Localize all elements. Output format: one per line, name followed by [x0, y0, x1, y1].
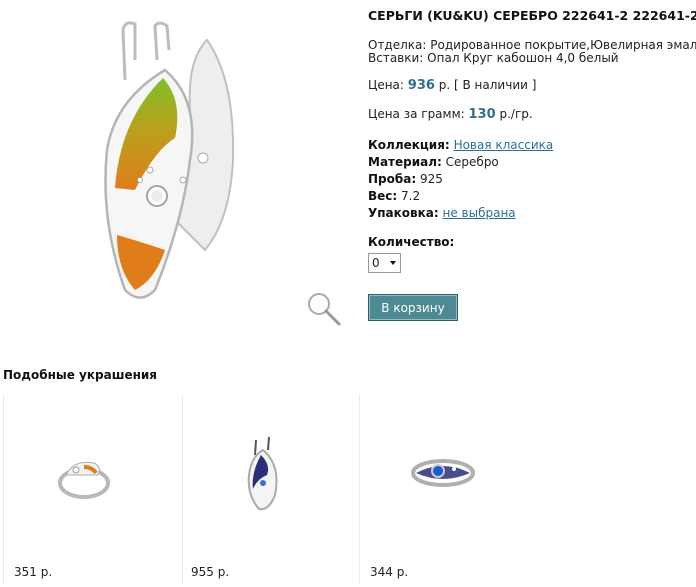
quantity-select[interactable]: 0 [368, 253, 401, 273]
price-per-gram-unit: р./гр. [499, 107, 533, 121]
zoom-icon[interactable] [305, 290, 343, 328]
probe-label: Проба: [368, 172, 417, 186]
similar-item-price: 955 р. [191, 565, 230, 579]
chevron-down-icon [390, 261, 396, 265]
packaging-label: Упаковка: [368, 206, 439, 220]
packaging-row: Упаковка: не выбрана [368, 206, 516, 220]
packaging-link[interactable]: не выбрана [443, 206, 516, 220]
quantity-value: 0 [372, 256, 380, 270]
price-value: 936 [407, 78, 435, 93]
material-label: Материал: [368, 155, 442, 169]
price-label: Цена: [368, 78, 404, 92]
weight-row: Вес: 7.2 [368, 189, 420, 203]
stock-status: [ В наличии ] [454, 78, 537, 92]
quantity-label: Количество: [368, 235, 455, 249]
add-to-cart-button[interactable]: В корзину [368, 294, 458, 321]
weight-value: 7.2 [401, 189, 421, 203]
finish-row: Отделка: Родированное покрытие,Ювелирная… [368, 38, 696, 52]
finish-label: Отделка: [368, 38, 427, 52]
inserts-row: Вставки: Опал Круг кабошон 4,0 белый [368, 51, 619, 65]
collection-row: Коллекция: Новая классика [368, 138, 553, 152]
similar-title: Подобные украшения [3, 368, 158, 382]
weight-label: Вес: [368, 189, 398, 203]
ring-icon [58, 461, 110, 499]
similar-item-price: 351 р. [14, 565, 53, 579]
product-image[interactable] [95, 20, 255, 310]
inserts-value: Опал Круг кабошон 4,0 белый [427, 51, 619, 65]
finish-value: Родированное покрытие,Ювелирная эмаль [430, 38, 696, 52]
price-per-gram-label: Цена за грамм: [368, 107, 465, 121]
inserts-label: Вставки: [368, 51, 424, 65]
earring-icon [104, 21, 235, 299]
probe-row: Проба: 925 [368, 172, 443, 186]
ring-icon [411, 459, 475, 487]
earring-icon [247, 436, 278, 511]
material-value: Серебро [445, 155, 499, 169]
collection-link[interactable]: Новая классика [454, 138, 554, 152]
price-per-gram-row: Цена за грамм: 130 р./гр. [368, 107, 533, 122]
material-row: Материал: Серебро [368, 155, 499, 169]
price-unit: р. [438, 78, 451, 92]
similar-item[interactable]: 344 р. [360, 395, 538, 585]
similar-item[interactable]: 955 р. [181, 395, 360, 585]
price-row: Цена: 936 р. [ В наличии ] [368, 78, 536, 93]
similar-item-price: 344 р. [370, 565, 409, 579]
price-per-gram-value: 130 [468, 107, 496, 122]
product-title: СЕРЬГИ (KU&KU) СЕРЕБРО 222641-2 222641-2 [368, 8, 696, 23]
similar-item[interactable]: 351 р. [3, 395, 183, 585]
collection-label: Коллекция: [368, 138, 450, 152]
probe-value: 925 [419, 172, 443, 186]
